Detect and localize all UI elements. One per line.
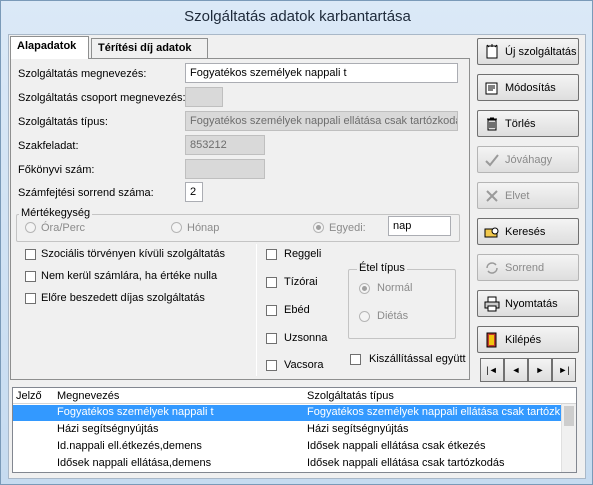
service-list[interactable]: Jelző Megnevezés Szolgáltatás típus Fogy… (12, 387, 577, 473)
print-button[interactable]: Nyomtatás (477, 290, 579, 317)
approve-button[interactable]: Jóváhagy (477, 146, 579, 173)
szoc-checkbox[interactable] (25, 249, 36, 260)
kiszallitas-label: Kiszállítással együtt (369, 353, 466, 365)
new-document-icon (484, 43, 500, 60)
main-window: Szolgáltatás adatok karbantartása Alapad… (0, 0, 593, 485)
szakfeladat-label: Szakfeladat: (18, 140, 79, 152)
unit-custom-field[interactable]: nap (388, 216, 451, 236)
elore-checkbox-label: Előre beszedett díjas szolgáltatás (41, 292, 205, 304)
exit-button[interactable]: Kilépés (477, 326, 579, 353)
radio-egyedi[interactable] (313, 222, 324, 233)
reggeli-label: Reggeli (284, 248, 322, 260)
next-record-button[interactable]: ► (528, 358, 552, 382)
radio-egyedi-label: Egyedi: (329, 222, 366, 234)
nem-checkbox[interactable] (25, 271, 36, 282)
vacsora-checkbox[interactable] (266, 360, 277, 371)
trash-icon (484, 116, 500, 132)
list-header: Jelző Megnevezés Szolgáltatás típus (13, 388, 576, 404)
radio-dietas[interactable] (359, 311, 370, 322)
separator (256, 244, 257, 376)
col-jelzo[interactable]: Jelző (16, 390, 42, 402)
modify-button[interactable]: Módosítás (477, 74, 579, 101)
unit-group-title: Mértékegység (19, 207, 93, 219)
tab-teritesi-dij[interactable]: Térítési díj adatok (91, 38, 208, 59)
fokonyv-label: Főkönyvi szám: (18, 164, 95, 176)
scroll-thumb[interactable] (564, 406, 574, 426)
prev-record-button[interactable]: ◄ (504, 358, 528, 382)
group-field (185, 87, 223, 107)
exit-door-icon (484, 332, 500, 348)
name-label: Szolgáltatás megnevezés: (18, 68, 147, 80)
uzsonna-label: Uzsonna (284, 332, 328, 344)
radio-ora-perc-label: Óra/Perc (41, 222, 86, 234)
tizorai-label: Tízórai (284, 276, 318, 288)
kiszallitas-checkbox[interactable] (350, 354, 361, 365)
order-button[interactable]: Sorrend (477, 254, 579, 281)
uzsonna-checkbox[interactable] (266, 333, 277, 344)
elore-checkbox[interactable] (25, 293, 36, 304)
name-field[interactable]: Fogyatékos személyek nappali t (185, 63, 458, 83)
col-tipus[interactable]: Szolgáltatás típus (307, 390, 394, 402)
type-label: Szolgáltatás típus: (18, 116, 108, 128)
radio-normal[interactable] (359, 283, 370, 294)
nem-checkbox-label: Nem kerül számlára, ha értéke nulla (41, 270, 218, 282)
edit-document-icon (484, 80, 500, 96)
ebed-checkbox[interactable] (266, 305, 277, 316)
printer-icon (484, 296, 500, 312)
col-megnevezes[interactable]: Megnevezés (57, 390, 119, 402)
szakfeladat-field: 853212 (185, 135, 265, 155)
x-icon (484, 188, 500, 204)
list-scrollbar[interactable] (561, 404, 576, 472)
ebed-label: Ebéd (284, 304, 310, 316)
table-row[interactable]: Házi segítségnyújtás Házi segítségnyújtá… (13, 422, 562, 438)
last-record-button[interactable]: ►| (552, 358, 576, 382)
meal-type-group (348, 269, 456, 339)
vacsora-label: Vacsora (284, 359, 324, 371)
group-label: Szolgáltatás csoport megnevezés: (18, 92, 186, 104)
table-row[interactable]: Fogyatékos személyek nappali t Fogyatéko… (13, 405, 562, 421)
table-row[interactable]: Idősek nappali ellátása,demens Idősek na… (13, 456, 562, 472)
refresh-icon (484, 260, 500, 276)
first-record-button[interactable]: |◄ (480, 358, 504, 382)
tab-alapadatok[interactable]: Alapadatok (10, 36, 89, 59)
szoc-checkbox-label: Szociális törvényen kívüli szolgáltatás (41, 248, 226, 260)
checkmark-icon (484, 152, 500, 168)
radio-honap[interactable] (171, 222, 182, 233)
search-button[interactable]: Keresés (477, 218, 579, 245)
tizorai-checkbox[interactable] (266, 277, 277, 288)
sorrend-field[interactable]: 2 (185, 182, 203, 202)
window-title: Szolgáltatás adatok karbantartása (184, 8, 411, 25)
delete-button[interactable]: Törlés (477, 110, 579, 137)
table-row[interactable]: Id.nappali ell.étkezés,demens Idősek nap… (13, 439, 562, 455)
fokonyv-field (185, 159, 265, 179)
type-field: Fogyatékos személyek nappali ellátása cs… (185, 111, 458, 131)
radio-honap-label: Hónap (187, 222, 220, 234)
discard-button[interactable]: Elvet (477, 182, 579, 209)
radio-dietas-label: Diétás (377, 310, 409, 322)
sorrend-label: Számfejtési sorrend száma: (18, 187, 154, 199)
radio-normal-label: Normál (377, 282, 413, 294)
search-folder-icon (484, 224, 500, 240)
radio-ora-perc[interactable] (25, 222, 36, 233)
meal-type-title: Étel típus (357, 262, 407, 274)
new-service-button[interactable]: Új szolgáltatás (477, 38, 579, 65)
reggeli-checkbox[interactable] (266, 249, 277, 260)
